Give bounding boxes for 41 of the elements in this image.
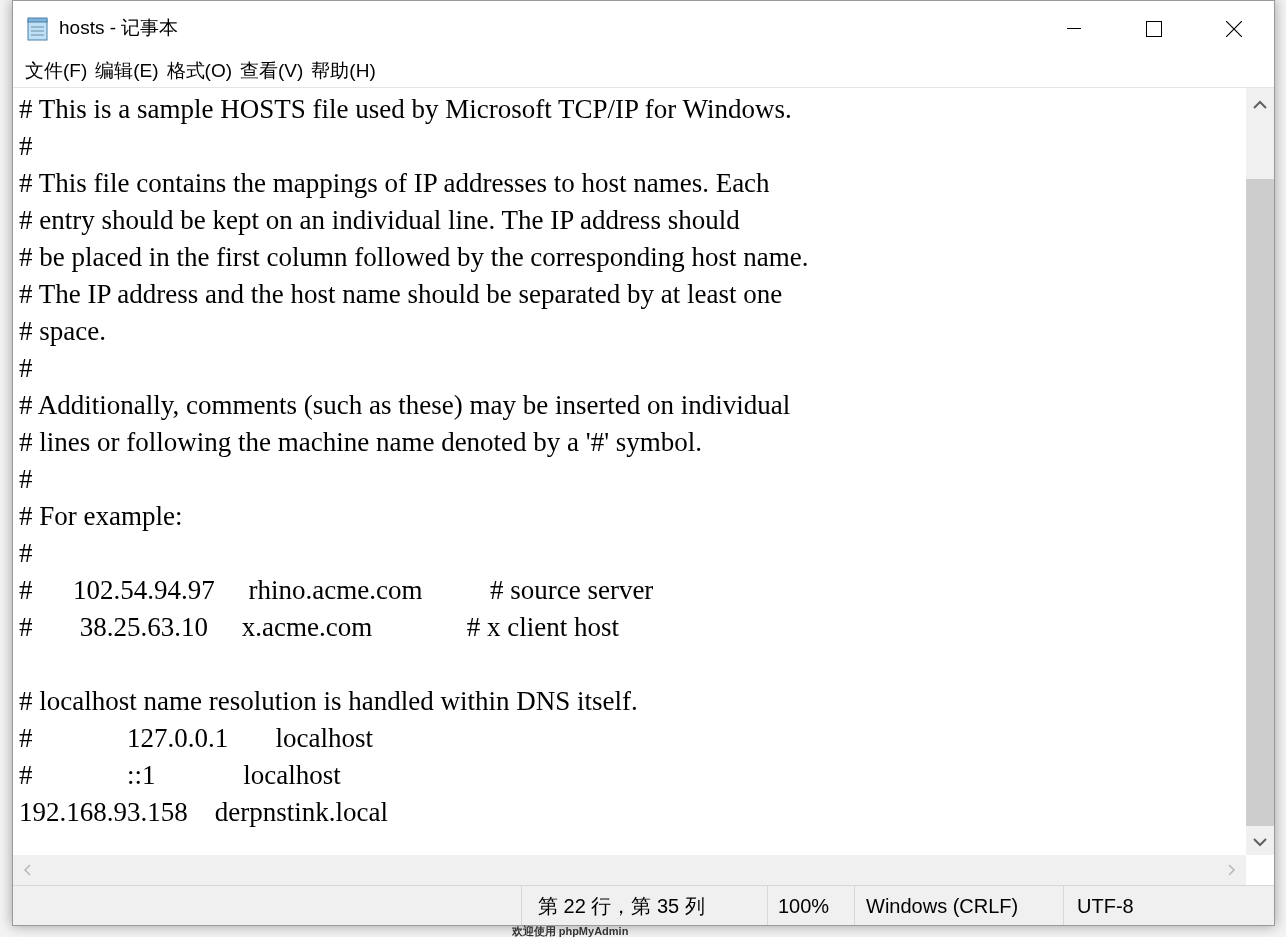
text-line: # This file contains the mappings of IP addresses to host names. Each [19, 167, 770, 200]
menu-item[interactable]: 编辑(E) [91, 57, 163, 86]
text-line: # [19, 463, 33, 496]
menu-item[interactable]: 文件(F) [21, 57, 92, 86]
scroll-up-icon[interactable] [1253, 100, 1267, 109]
vertical-scrollbar[interactable] [1246, 88, 1274, 855]
window-title: hosts - 记事本 [59, 16, 179, 41]
text-line: # space. [19, 315, 106, 348]
text-line: # For example: [19, 500, 183, 533]
zoom-level: 100% [778, 893, 830, 919]
cursor-position: 第 22 行，第 35 列 [538, 893, 705, 919]
line-ending: Windows (CRLF) [866, 893, 1019, 919]
horizontal-scrollbar[interactable] [13, 855, 1246, 885]
text-line: # [19, 352, 33, 385]
text-line: # localhost name resolution is handled within DNS itself. [19, 685, 638, 718]
maximize-icon [1146, 20, 1162, 37]
scroll-down-icon[interactable] [1253, 838, 1267, 847]
background-caption: 欢迎使用 phpMyAdmin [511, 926, 629, 937]
text-line: # [19, 130, 33, 163]
menu-item[interactable]: 查看(V) [236, 57, 308, 86]
text-line: # The IP address and the host name should be separated by at least one [19, 278, 783, 311]
text-line: # [19, 537, 33, 570]
menu-item[interactable]: 格式(O) [162, 57, 237, 86]
text-line: 192.168.93.158 derpnstink.local [19, 796, 388, 829]
text-line: # 38.25.63.10 x.acme.com # x client host [19, 611, 619, 644]
encoding: UTF-8 [1077, 893, 1134, 919]
notepad-icon [25, 15, 51, 42]
scrollbar-thumb[interactable] [1246, 179, 1274, 826]
text-line: # be placed in the first column followed by the corresponding host name. [19, 241, 809, 274]
minimize-icon [1067, 27, 1081, 30]
scroll-right-icon[interactable] [1228, 864, 1236, 876]
text-line: # lines or following the machine name denoted by a '#' symbol. [19, 426, 703, 459]
text-line: # ::1 localhost [19, 759, 341, 792]
text-line: # Additionally, comments (such as these) may be inserted on individual [19, 389, 791, 422]
text-line: # 102.54.94.97 rhino.acme.com # source server [19, 574, 654, 607]
scroll-left-icon[interactable] [23, 864, 31, 876]
menu-item[interactable]: 帮助(H) [307, 57, 380, 86]
close-icon [1226, 20, 1242, 37]
text-line: # This is a sample HOSTS file used by Microsoft TCP/IP for Windows. [19, 93, 792, 126]
text-line: # 127.0.0.1 localhost [19, 722, 373, 755]
text-line: # entry should be kept on an individual line. The IP address should [19, 204, 740, 237]
